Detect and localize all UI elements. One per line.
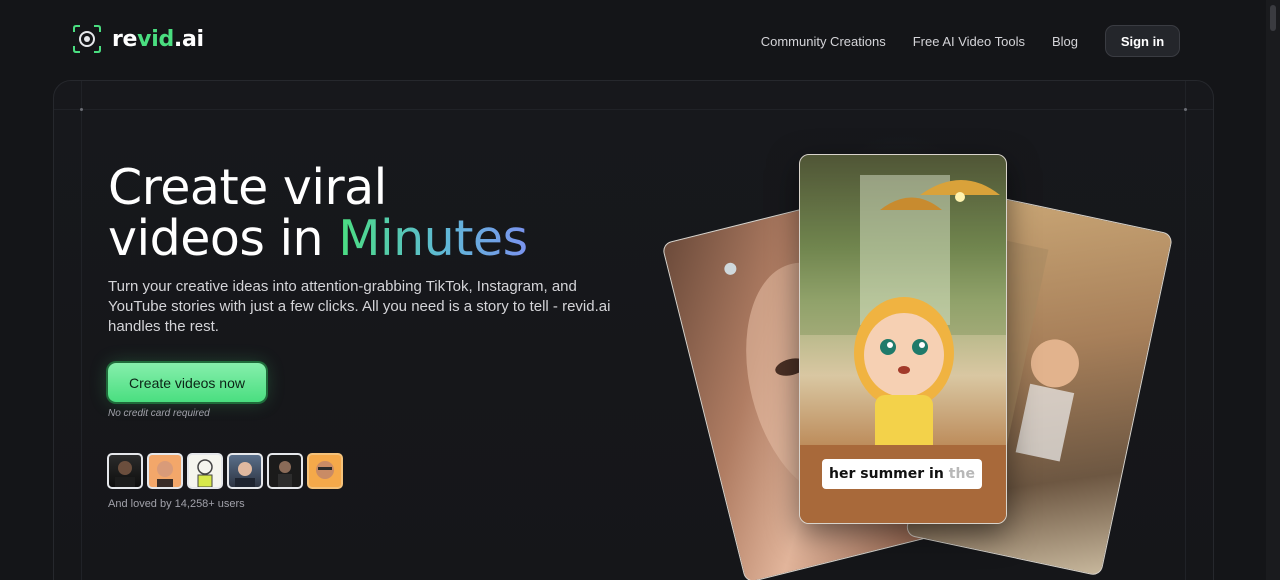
user-avatars — [107, 453, 343, 489]
no-credit-card-note: No credit card required — [108, 408, 210, 419]
video-caption: her summer in the — [822, 459, 982, 489]
hero-subtitle: Turn your creative ideas into attention-… — [108, 278, 611, 335]
hero-title-accent: Minutes — [338, 210, 528, 267]
nav-link-blog[interactable]: Blog — [1052, 34, 1078, 49]
nav-link-community-creations[interactable]: Community Creations — [761, 34, 886, 49]
corner-dot — [80, 108, 83, 111]
nav-links: Community Creations Free AI Video Tools … — [761, 25, 1180, 57]
top-navigation: revid.ai Community Creations Free AI Vid… — [0, 0, 1280, 80]
avatar — [147, 453, 183, 489]
loved-by-users-text: And loved by 14,258+ users — [108, 498, 245, 510]
avatar — [187, 453, 223, 489]
scrollbar-thumb[interactable] — [1270, 5, 1276, 31]
avatar — [107, 453, 143, 489]
nav-link-free-ai-video-tools[interactable]: Free AI Video Tools — [913, 34, 1025, 49]
guide-line — [81, 81, 82, 580]
avatar — [267, 453, 303, 489]
sign-in-button[interactable]: Sign in — [1105, 25, 1180, 57]
corner-dot — [1184, 108, 1187, 111]
page-scrollbar[interactable] — [1266, 0, 1280, 580]
video-preview-card-main: her summer in the — [799, 154, 1007, 524]
avatar — [307, 453, 343, 489]
create-videos-button[interactable]: Create videos now — [108, 363, 266, 402]
brand-logo[interactable]: revid.ai — [72, 24, 204, 54]
guide-line — [1185, 81, 1186, 580]
avatar — [227, 453, 263, 489]
brand-wordmark: revid.ai — [112, 26, 204, 52]
hero-title: Create viral videos in Minutes — [108, 159, 528, 267]
camera-logo-icon — [72, 24, 102, 54]
guide-line — [54, 109, 1213, 110]
